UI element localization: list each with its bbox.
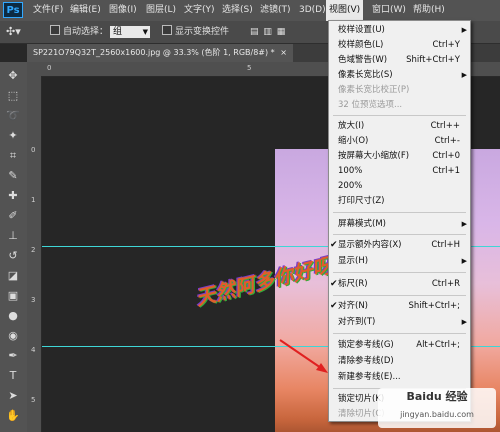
view-menu-dropdown: 校样设置(U) ▶ 校样颜色(L) Ctrl+Y 色域警告(W) Shift+Ctrl… (328, 20, 471, 422)
menu-divider (333, 333, 466, 334)
chevron-down-icon: ▼ (142, 28, 148, 36)
chevron-right-icon: ▶ (461, 220, 467, 228)
menu-item-zoom-out[interactable]: 缩小(O) Ctrl+- (329, 134, 470, 149)
photoshop-logo: Ps (3, 2, 23, 18)
ruler-tick: 5 (247, 64, 252, 72)
menu-edit[interactable]: 编辑(E) (67, 0, 104, 21)
crop-tool-icon[interactable]: ⌗ (4, 148, 22, 164)
menu-filter[interactable]: 滤镜(T) (257, 0, 294, 21)
gradient-tool-icon[interactable]: ▣ (4, 288, 22, 304)
magic-wand-tool-icon[interactable]: ✦ (4, 128, 22, 144)
menu-item-proof-colors[interactable]: 校样颜色(L) Ctrl+Y (329, 38, 470, 53)
baidu-jingyan-watermark: Baidu 经验 jingyan.baidu.com (378, 388, 496, 428)
ruler-tick: 5 (31, 396, 36, 404)
auto-select-dropdown[interactable]: 组 ▼ (110, 26, 150, 38)
ruler-tick: 1 (31, 196, 36, 204)
history-brush-tool-icon[interactable]: ↺ (4, 248, 22, 264)
menu-item-clear-guides[interactable]: 清除参考线(D) (329, 354, 470, 369)
chevron-right-icon: ▶ (461, 257, 467, 265)
chevron-right-icon: ▶ (461, 71, 467, 79)
menu-item-pixel-aspect-correction: 像素长宽比校正(P) (338, 85, 410, 95)
menu-divider (333, 212, 466, 213)
menu-item-rulers[interactable]: ✔ 标尺(R) Ctrl+R (329, 277, 470, 292)
lasso-tool-icon[interactable]: ➰ (4, 108, 22, 124)
tools-panel: ✥ ⬚ ➰ ✦ ⌗ ✎ ✚ ✐ ⊥ ↺ ◪ ▣ ● ◉ ✒ T ➤ ✋ (0, 62, 28, 432)
show-transform-label: 显示变换控件 (175, 27, 230, 37)
ruler-tick: 0 (31, 146, 36, 154)
menu-divider (333, 115, 466, 116)
menu-layer[interactable]: 图层(L) (143, 0, 179, 21)
menu-item-gamut-warning[interactable]: 色域警告(W) Shift+Ctrl+Y (329, 53, 470, 68)
menu-item-fit-on-screen[interactable]: 按屏幕大小缩放(F) Ctrl+0 (329, 149, 470, 164)
chevron-right-icon: ▶ (461, 26, 467, 34)
auto-select-checkbox[interactable]: 自动选择： (50, 25, 108, 39)
menu-item-pixel-aspect-ratio[interactable]: 像素长宽比(S) ▶ (329, 68, 470, 83)
move-tool-icon[interactable]: ✥ (4, 68, 22, 84)
ruler-tick: 2 (31, 246, 36, 254)
watermark-title: Baidu 经验 (406, 390, 468, 403)
dodge-tool-icon[interactable]: ◉ (4, 328, 22, 344)
marquee-tool-icon[interactable]: ⬚ (4, 88, 22, 104)
menu-item-extras[interactable]: ✔ 显示额外内容(X) Ctrl+H (329, 238, 470, 253)
eraser-tool-icon[interactable]: ◪ (4, 268, 22, 284)
show-transform-checkbox[interactable]: 显示变换控件 (162, 25, 229, 39)
stamp-tool-icon[interactable]: ⊥ (4, 228, 22, 244)
menu-file[interactable]: 文件(F) (30, 0, 66, 21)
menu-divider (333, 234, 466, 235)
ruler-left[interactable]: 0 1 2 3 4 5 (27, 76, 42, 432)
menu-divider (333, 295, 466, 296)
menu-item-snap[interactable]: ✔ 对齐(N) Shift+Ctrl+; (329, 299, 470, 314)
menu-type[interactable]: 文字(Y) (181, 0, 218, 21)
menu-item-show[interactable]: 显示(H) ▶ (329, 254, 470, 269)
eyedropper-tool-icon[interactable]: ✎ (4, 168, 22, 184)
menu-item-200-percent[interactable]: 200% (329, 179, 470, 194)
auto-select-label: 自动选择： (63, 27, 109, 37)
menu-item-32bit-preview: 32 位预览选项... (338, 100, 403, 110)
menu-image[interactable]: 图像(I) (106, 0, 140, 21)
menu-item-zoom-in[interactable]: 放大(I) Ctrl++ (329, 119, 470, 134)
menu-help[interactable]: 帮助(H) (410, 0, 448, 21)
healing-tool-icon[interactable]: ✚ (4, 188, 22, 204)
menu-window[interactable]: 窗口(W) (369, 0, 409, 21)
blur-tool-icon[interactable]: ● (4, 308, 22, 324)
chevron-right-icon: ▶ (461, 318, 467, 326)
pen-tool-icon[interactable]: ✒ (4, 348, 22, 364)
watermark-url: jingyan.baidu.com (400, 410, 474, 419)
ruler-tick: 3 (31, 296, 36, 304)
menu-view[interactable]: 视图(V) (326, 0, 364, 21)
checkmark-icon: ✔ (330, 279, 338, 289)
menu-item-lock-guides[interactable]: 锁定参考线(G) Alt+Ctrl+; (329, 338, 470, 353)
menu-item-100-percent[interactable]: 100% Ctrl+1 (329, 164, 470, 179)
document-tab[interactable]: SP221O79Q32T_2560x1600.jpg @ 33.3% (色阶 1… (27, 44, 293, 62)
ruler-tick: 0 (47, 64, 52, 72)
hand-tool-icon[interactable]: ✋ (4, 408, 22, 424)
document-tab-title: SP221O79Q32T_2560x1600.jpg @ 33.3% (色阶 1… (33, 48, 275, 57)
checkbox-icon (50, 25, 60, 35)
menu-bar: Ps 文件(F) 编辑(E) 图像(I) 图层(L) 文字(Y) 选择(S) 滤… (0, 0, 500, 22)
menu-item-screen-mode[interactable]: 屏幕模式(M) ▶ (329, 217, 470, 232)
ruler-tick: 4 (31, 346, 36, 354)
menu-item-print-size[interactable]: 打印尺寸(Z) (329, 194, 470, 209)
auto-select-value: 组 (113, 27, 123, 37)
close-icon[interactable]: × (280, 48, 287, 57)
menu-item-proof-setup[interactable]: 校样设置(U) ▶ (329, 23, 470, 38)
checkmark-icon: ✔ (330, 240, 338, 250)
menu-3d[interactable]: 3D(D) (296, 0, 329, 21)
path-selection-tool-icon[interactable]: ➤ (4, 388, 22, 404)
menu-item-snap-to[interactable]: 对齐到(T) ▶ (329, 315, 470, 330)
menu-divider (333, 272, 466, 273)
move-tool-icon[interactable]: ✣▾ (6, 25, 21, 39)
menu-select[interactable]: 选择(S) (219, 0, 256, 21)
checkbox-icon (162, 25, 172, 35)
type-tool-icon[interactable]: T (4, 368, 22, 384)
align-icons[interactable]: ▤ ▥ ▦ (250, 25, 286, 39)
checkmark-icon: ✔ (330, 301, 338, 311)
menu-item-new-guide[interactable]: 新建参考线(E)... (329, 370, 470, 385)
brush-tool-icon[interactable]: ✐ (4, 208, 22, 224)
